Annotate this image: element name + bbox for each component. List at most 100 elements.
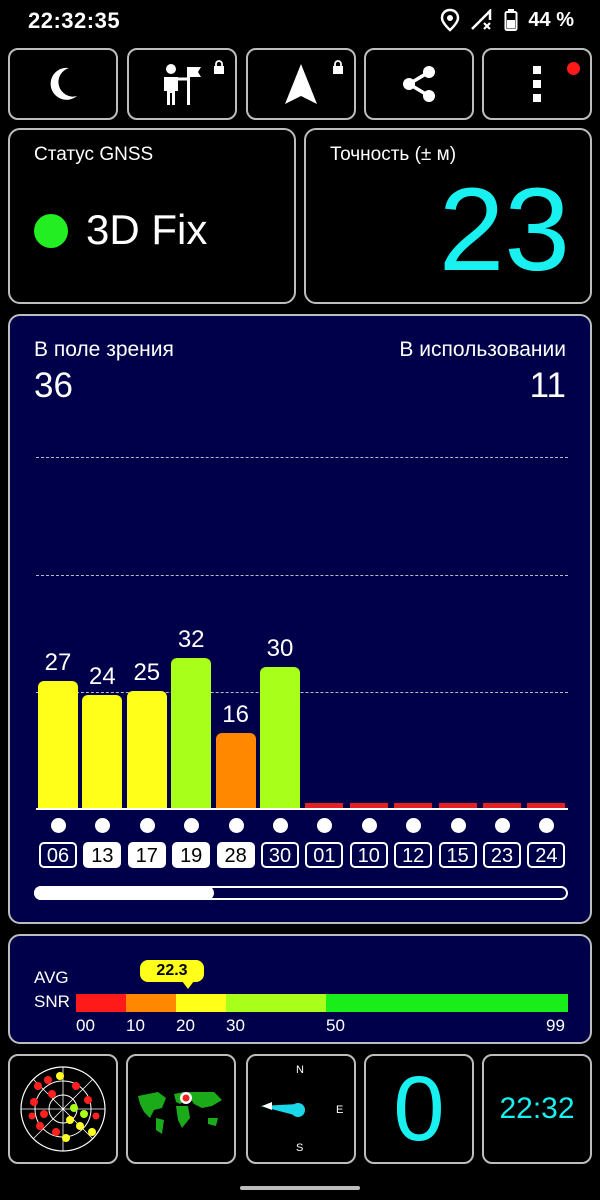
grid-line <box>36 575 568 576</box>
in-use-value: 11 <box>529 366 566 405</box>
status-icons: 44 % <box>440 8 574 32</box>
accuracy-label: Точность (± м) <box>330 144 457 165</box>
satellite-dot <box>539 818 555 833</box>
navigation-arrow-icon <box>285 64 317 104</box>
fix-indicator <box>34 214 68 248</box>
signal-bar <box>126 690 167 808</box>
satellite-dot <box>184 818 200 833</box>
signal-bar <box>82 695 123 808</box>
satellite-prn: 28 <box>216 842 255 868</box>
moon-icon <box>50 67 77 100</box>
gnss-status-value: 3D Fix <box>86 206 208 253</box>
map-tile[interactable] <box>126 1054 236 1164</box>
world-map-icon <box>138 1092 222 1134</box>
signal-bar <box>215 732 256 808</box>
compass-tile[interactable]: N E S <box>246 1054 356 1164</box>
satellite-dot <box>361 818 377 833</box>
home-indicator[interactable] <box>240 1186 360 1190</box>
more-vert-icon <box>533 66 541 102</box>
satellite-prn: 19 <box>172 842 211 868</box>
satellite-dot <box>273 818 288 833</box>
accuracy-value: 23 <box>438 164 570 296</box>
snr-tick: 10 <box>126 1016 145 1035</box>
satellite-signal-panel[interactable]: В поле зрения 36 В использовании 11 27 06… <box>8 314 592 924</box>
satellite-prn: 12 <box>394 842 433 868</box>
snr-segment-0-10 <box>76 994 126 1012</box>
snr-segment-30-50 <box>226 994 326 1012</box>
satellite-prn: 06 <box>39 842 77 868</box>
compass-needle-icon <box>260 1102 305 1117</box>
signal-bar <box>38 681 78 808</box>
satellite-prn: 10 <box>349 842 388 868</box>
sky-view-tile[interactable] <box>8 1054 118 1164</box>
location-icon <box>441 8 460 32</box>
satellite-prn: 30 <box>261 842 299 868</box>
satellite-dot <box>139 818 155 833</box>
snr-average-marker: 22.3 <box>140 960 204 982</box>
clock-tile[interactable]: 22:32 <box>482 1054 592 1164</box>
navigation-button[interactable] <box>246 48 356 120</box>
speed-value: 0 <box>393 1058 445 1160</box>
signal-bar-empty <box>483 803 521 808</box>
signal-bar-empty <box>349 803 388 808</box>
satellite-dot <box>406 818 422 833</box>
lock-icon <box>214 60 224 74</box>
speed-tile[interactable]: 0 <box>364 1054 474 1164</box>
chart-baseline <box>36 808 568 810</box>
snr-tick: 50 <box>326 1016 345 1035</box>
share-icon <box>403 66 435 102</box>
night-mode-button[interactable] <box>8 48 118 120</box>
satellite-prn: 15 <box>438 842 477 868</box>
signal-bar-value: 30 <box>266 635 294 662</box>
notification-dot <box>567 62 580 75</box>
satellite-dot <box>450 818 466 833</box>
signal-bar-value: 27 <box>44 649 72 677</box>
snr-segment-50-99 <box>326 994 568 1012</box>
status-bar: 22:32:35 44 % <box>0 0 600 42</box>
signal-bar-empty <box>527 803 566 808</box>
satellite-dot <box>495 818 510 833</box>
snr-segment-20-30 <box>176 994 226 1012</box>
satellite-prn: 24 <box>527 842 566 868</box>
satellite-dot <box>317 818 333 833</box>
satellite-dot <box>51 818 66 833</box>
signal-bar-value: 25 <box>133 658 161 686</box>
in-view-label: В поле зрения <box>34 338 174 361</box>
accuracy-card[interactable]: Точность (± м) 23 <box>304 128 592 304</box>
grid-line <box>36 692 568 693</box>
scroll-thumb[interactable] <box>34 886 214 900</box>
snr-tick: 20 <box>176 1016 195 1035</box>
signal-bar-value: 16 <box>222 700 249 728</box>
waypoint-button[interactable] <box>127 48 237 120</box>
snr-tick: 30 <box>226 1016 245 1035</box>
menu-button[interactable] <box>482 48 592 120</box>
avg-snr-card[interactable]: AVG SNR 22.3 00 10 20 30 50 99 <box>8 934 592 1044</box>
snr-label-avg: AVG <box>34 968 69 987</box>
person-flag-icon <box>164 64 201 105</box>
signal-bar-empty <box>394 803 433 808</box>
signal-bar-value: 32 <box>177 625 205 653</box>
grid-line <box>36 457 568 458</box>
snr-segment-10-20 <box>126 994 176 1012</box>
snr-label-snr: SNR <box>34 992 70 1011</box>
snr-tick: 00 <box>76 1016 95 1035</box>
signal-bar <box>260 667 300 808</box>
signal-bar <box>171 657 212 808</box>
satellite-prn: 01 <box>305 842 344 868</box>
battery-icon <box>504 9 518 31</box>
satellite-dot <box>228 818 244 833</box>
status-time: 22:32:35 <box>28 8 121 33</box>
lock-icon <box>333 60 343 74</box>
sky-plot-icon <box>20 1066 106 1152</box>
signal-off-icon <box>471 9 492 30</box>
clock-value: 22:32 <box>499 1092 575 1125</box>
satellite-prn: 13 <box>83 842 122 868</box>
gnss-status-card[interactable]: Статус GNSS 3D Fix <box>8 128 296 304</box>
signal-bar-empty <box>305 803 344 808</box>
in-use-label: В использовании <box>399 338 566 361</box>
battery-percent: 44 % <box>528 8 574 31</box>
signal-bar-empty <box>438 803 477 808</box>
share-button[interactable] <box>364 48 474 120</box>
satellite-prn: 23 <box>483 842 521 868</box>
signal-bar-value: 24 <box>89 663 116 691</box>
